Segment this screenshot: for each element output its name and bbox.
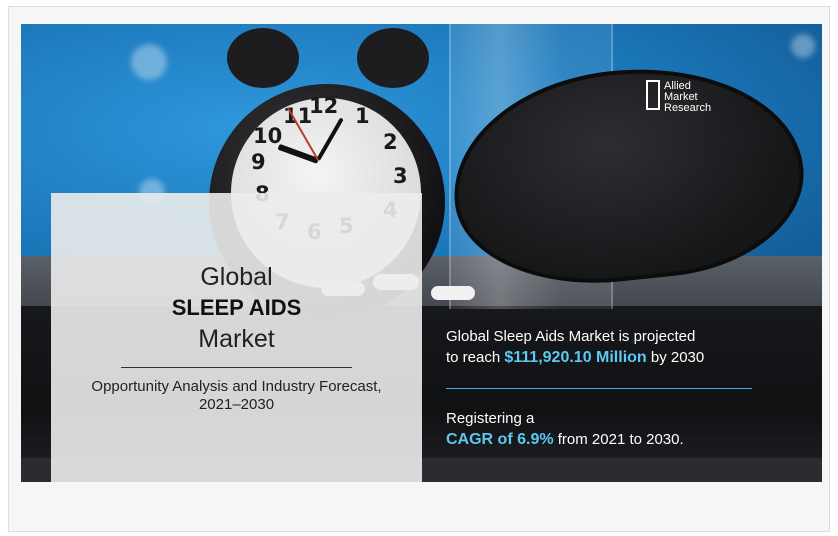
projection-year-text: by 2030: [646, 349, 705, 366]
cagr-value: CAGR of 6.9%: [446, 431, 554, 448]
clock-number: 2: [383, 130, 398, 154]
logo-mark-icon: [646, 80, 660, 110]
title-sleep-aids: SLEEP AIDS: [171, 295, 302, 320]
report-subtitle: Opportunity Analysis and Industry Foreca…: [61, 378, 412, 414]
projection-text-line2: to reach $111,920.10 Million by 2030: [446, 348, 704, 368]
title-overlay-box: Global SLEEP AIDS Market Opportunity Ana…: [51, 193, 422, 482]
title-global: Global: [200, 263, 273, 291]
bokeh-light: [131, 44, 167, 80]
subtitle-line: Opportunity Analysis and Industry Foreca…: [91, 378, 382, 395]
projection-value: $111,920.10 Million: [504, 349, 647, 366]
title-market: Market: [198, 325, 275, 353]
clock-number: 1: [355, 104, 370, 128]
cagr-period-text: from 2021 to 2030.: [553, 431, 684, 448]
cagr-text-line1: Registering a: [446, 410, 535, 427]
clock-number: 9: [251, 150, 266, 174]
empty-caption-area: [8, 482, 830, 532]
subtitle-line: 2021–2030: [198, 396, 275, 413]
clock-number: 3: [393, 164, 408, 188]
clock-bell-right: [357, 28, 429, 88]
logo-text-line: Research: [664, 102, 712, 114]
bokeh-light: [791, 34, 815, 58]
pill: [431, 286, 475, 300]
projection-text-line1: Global Sleep Aids Market is projected: [446, 328, 696, 345]
market-banner-image: 12 1 2 3 4 5 6 7 8 9 10 11 Allied Market…: [21, 24, 822, 482]
cagr-text-line2: CAGR of 6.9% from 2021 to 2030.: [446, 430, 684, 450]
title-divider: [121, 367, 352, 368]
stats-divider: [446, 388, 752, 389]
clock-number: 10: [253, 124, 283, 148]
projection-to-text: to reach: [446, 349, 505, 366]
clock-number: 12: [309, 94, 339, 118]
clock-bell-left: [227, 28, 299, 88]
